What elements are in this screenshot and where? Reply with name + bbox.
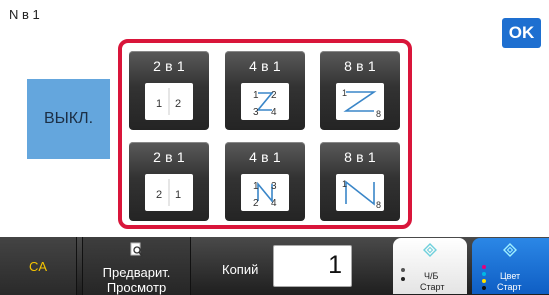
ok-button[interactable]: OK [502,18,541,48]
layout-8in1-n-button[interactable]: 8 в 1 1 8 [320,142,400,221]
page-number: 8 [376,109,381,119]
color-label-line1: Цвет [500,271,521,281]
4-in-1-n-order-icon: 1 3 2 4 [241,174,289,211]
black-dot-icon [482,286,486,290]
page-number: 3 [271,181,277,192]
magenta-dot-icon [482,265,486,269]
page-number: 1 [342,179,347,189]
start-diamond-icon [503,243,517,262]
page-number: 3 [253,107,259,118]
8-in-1-n-order-icon: 1 8 [336,174,384,211]
page-number: 2 [156,189,162,201]
mono-dot-icon [401,268,405,272]
layout-label: 4 в 1 [249,58,281,74]
page-number: 1 [253,181,259,192]
page-number: 1 [156,98,162,110]
layout-4in1-n-button[interactable]: 4 в 1 1 3 2 4 [225,142,305,221]
bw-label-line1: Ч/Б [424,271,439,281]
layout-label: 2 в 1 [153,149,185,165]
preview-label-line1: Предварит. [102,265,171,280]
ca-button[interactable]: CA [0,237,77,295]
2-in-1-left-to-right-icon: 1 2 [145,83,193,120]
preview-label-line2: Просмотр [106,280,167,295]
layout-label: 4 в 1 [249,149,281,165]
off-button[interactable]: ВЫКЛ. [27,79,110,159]
copies-value: 1 [328,251,342,279]
layout-2in1-lr-button[interactable]: 2 в 1 1 2 [129,51,209,130]
layout-label: 2 в 1 [153,58,185,74]
color-start-button[interactable]: Цвет Старт [472,238,549,294]
page-number: 2 [175,98,181,110]
bw-start-button[interactable]: Ч/Б Старт [393,238,467,294]
color-label-line2: Старт [497,282,522,292]
page-number: 8 [376,200,381,210]
8-in-1-z-order-icon: 1 8 [336,83,384,120]
page-number: 2 [271,90,277,101]
preview-magnifier-icon [130,242,144,261]
page-title: N в 1 [9,7,40,22]
layout-4in1-z-button[interactable]: 4 в 1 1 2 3 4 [225,51,305,130]
page-number: 2 [253,198,259,209]
copies-input[interactable]: 1 [273,245,352,287]
page-number: 1 [253,90,259,101]
copies-label: Копий [222,262,259,277]
page-number: 4 [271,198,277,209]
bw-label-line2: Старт [420,282,445,292]
layout-label: 8 в 1 [344,149,376,165]
page-number: 1 [342,88,347,98]
page-number: 1 [175,189,181,201]
mono-dot-icon [401,277,405,281]
cyan-dot-icon [482,272,486,276]
layout-label: 8 в 1 [344,58,376,74]
2-in-1-right-to-left-icon: 2 1 [145,174,193,211]
page-number: 4 [271,107,277,118]
preview-button[interactable]: Предварит. Просмотр [82,237,191,295]
layout-8in1-z-button[interactable]: 8 в 1 1 8 [320,51,400,130]
bottom-bar: CA Предварит. Просмотр Копий 1 Ч/Б Старт [0,237,549,295]
4-in-1-z-order-icon: 1 2 3 4 [241,83,289,120]
layout-2in1-rl-button[interactable]: 2 в 1 2 1 [129,142,209,221]
yellow-dot-icon [482,279,486,283]
start-diamond-icon [423,243,437,262]
